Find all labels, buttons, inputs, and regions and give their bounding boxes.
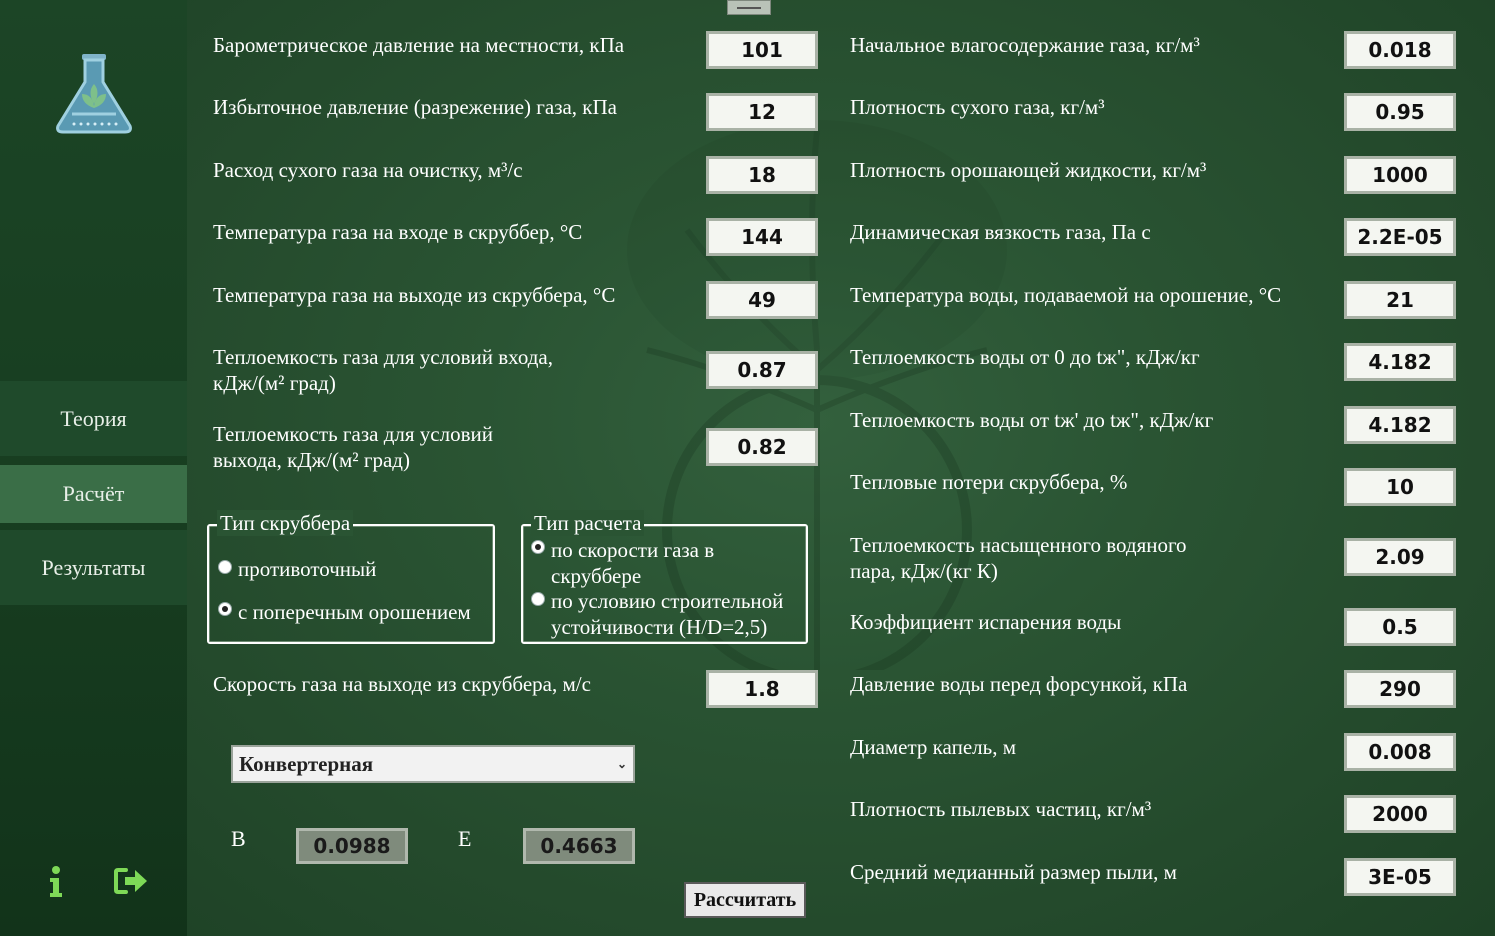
- dust-source-select[interactable]: Конвертерная ⌄: [231, 745, 635, 783]
- liquid-density-input[interactable]: 1000: [1344, 156, 1456, 194]
- radio-label: по условию строительной: [551, 589, 784, 613]
- field-label: Диаметр капель, м: [850, 735, 1017, 759]
- field-label: Плотность пылевых частиц, кг/м³: [850, 797, 1152, 821]
- collapse-handle[interactable]: [727, 0, 771, 15]
- select-value: Конвертерная: [239, 752, 374, 776]
- field-label: Начальное влагосодержание газа, кг/м³: [850, 33, 1200, 57]
- chevron-down-icon: ⌄: [616, 757, 627, 771]
- field-label: Теплоемкость воды от 0 до tж", кДж/кг: [850, 345, 1200, 369]
- field-label: Скорость газа на выходе из скруббера, м/…: [213, 672, 591, 696]
- field-label: Коэффициент испарения воды: [850, 610, 1122, 634]
- field-label: Избыточное давление (разрежение) газа, к…: [213, 95, 617, 119]
- b-label: B: [231, 826, 246, 851]
- radio-counterflow[interactable]: [218, 560, 232, 574]
- calculate-button[interactable]: Рассчитать: [684, 882, 806, 918]
- water-heat-capacity-2-input[interactable]: 4.182: [1344, 406, 1456, 444]
- steam-heat-capacity-input[interactable]: 2.09: [1344, 538, 1456, 576]
- dust-density-input[interactable]: 2000: [1344, 795, 1456, 833]
- flask-leaf-icon: [56, 54, 132, 134]
- initial-moisture-input[interactable]: 0.018: [1344, 31, 1456, 69]
- radio-label: скруббере: [551, 564, 642, 588]
- e-label: E: [458, 826, 472, 851]
- field-label: Тепловые потери скруббера, %: [850, 470, 1128, 494]
- field-label: пара, кДж/(кг К): [850, 559, 998, 583]
- sidebar: Теория Расчёт Результаты: [0, 0, 187, 936]
- water-heat-capacity-1-input[interactable]: 4.182: [1344, 343, 1456, 381]
- nav-item-theory[interactable]: Теория: [0, 381, 187, 456]
- field-label: Температура газа на входе в скруббер, °С: [213, 220, 583, 244]
- radio-crossflow[interactable]: [218, 602, 232, 616]
- radio-label: по скорости газа в: [551, 538, 715, 562]
- info-icon[interactable]: [47, 866, 65, 898]
- e-value: 0.4663: [523, 828, 635, 864]
- water-temp-input[interactable]: 21: [1344, 281, 1456, 319]
- field-label: Барометрическое давление на местности, к…: [213, 33, 625, 57]
- radio-label: устойчивости (H/D=2,5): [551, 615, 768, 639]
- field-label: Расход сухого газа на очистку, м³/с: [213, 158, 523, 182]
- gas-flow-input[interactable]: 18: [706, 156, 818, 194]
- calc-type-title: Тип расчета: [531, 510, 645, 536]
- scrubber-type-title: Тип скруббера: [217, 510, 354, 536]
- dry-gas-density-input[interactable]: 0.95: [1344, 93, 1456, 131]
- outlet-temp-input[interactable]: 49: [706, 281, 818, 319]
- field-label: Теплоемкость газа для условий: [213, 422, 493, 446]
- scrubber-type-group: Тип скруббера противоточный с поперечным…: [207, 510, 495, 644]
- inlet-heat-capacity-input[interactable]: 0.87: [706, 351, 818, 389]
- nav-item-calculation[interactable]: Расчёт: [0, 465, 187, 523]
- field-label: Плотность сухого газа, кг/м³: [850, 95, 1105, 119]
- field-label: Давление воды перед форсункой, кПа: [850, 672, 1188, 696]
- barometric-pressure-input[interactable]: 101: [706, 31, 818, 69]
- field-label: кДж/(м² град): [213, 371, 336, 395]
- calculation-panel: Барометрическое давление на местности, к…: [187, 0, 1495, 936]
- calc-type-group: Тип расчета по скорости газа в скруббере…: [521, 510, 808, 644]
- radio-by-stability[interactable]: [531, 592, 545, 606]
- field-label: Теплоемкость газа для условий входа,: [213, 345, 553, 369]
- radio-by-gas-speed[interactable]: [531, 540, 545, 554]
- heat-loss-input[interactable]: 10: [1344, 468, 1456, 506]
- b-value: 0.0988: [296, 828, 408, 864]
- field-label: Динамическая вязкость газа, Па с: [850, 220, 1151, 244]
- field-label: выхода, кДж/(м² град): [213, 448, 410, 472]
- inlet-temp-input[interactable]: 144: [706, 218, 818, 256]
- field-label: Плотность орошающей жидкости, кг/м³: [850, 158, 1207, 182]
- viscosity-input[interactable]: 2.2E-05: [1344, 218, 1456, 256]
- radio-label: с поперечным орошением: [238, 600, 471, 624]
- outlet-speed-input[interactable]: 1.8: [706, 670, 818, 708]
- outlet-heat-capacity-input[interactable]: 0.82: [706, 428, 818, 466]
- droplet-diameter-input[interactable]: 0.008: [1344, 733, 1456, 771]
- field-label: Температура газа на выходе из скруббера,…: [213, 283, 616, 307]
- water-pressure-input[interactable]: 290: [1344, 670, 1456, 708]
- field-label: Средний медианный размер пыли, м: [850, 860, 1177, 884]
- field-label: Температура воды, подаваемой на орошение…: [850, 283, 1282, 307]
- excess-pressure-input[interactable]: 12: [706, 93, 818, 131]
- radio-label: противоточный: [238, 557, 377, 581]
- dust-median-size-input[interactable]: 3E-05: [1344, 858, 1456, 896]
- field-label: Теплоемкость насыщенного водяного: [850, 533, 1187, 557]
- nav-item-results[interactable]: Результаты: [0, 530, 187, 605]
- evaporation-coeff-input[interactable]: 0.5: [1344, 608, 1456, 646]
- field-label: Теплоемкость воды от tж' до tж", кДж/кг: [850, 408, 1214, 432]
- sign-out-icon[interactable]: [114, 866, 150, 896]
